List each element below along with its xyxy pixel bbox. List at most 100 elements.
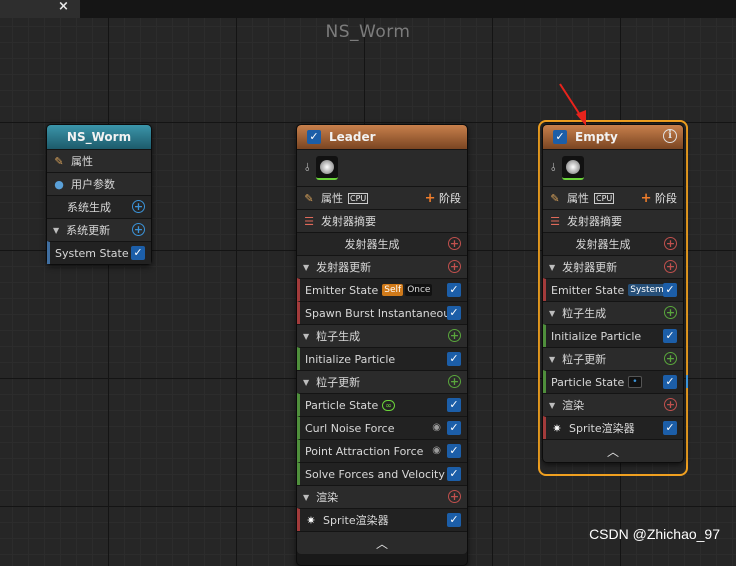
empty-title: Empty (575, 130, 618, 144)
empty-emitter-summary-row[interactable]: ☰ 发射器摘要 (543, 209, 683, 232)
eye-icon[interactable]: ◉ (432, 445, 441, 456)
leader-render-row[interactable]: ▼ 渲染 + (297, 485, 467, 508)
pencil-icon: ✎ (54, 154, 64, 168)
chevron-down-icon[interactable]: ▼ (549, 355, 555, 364)
leader-spawn-burst-module[interactable]: Spawn Burst Instantaneous ✓ (297, 301, 467, 324)
close-icon[interactable]: × (58, 0, 69, 14)
leader-curl-noise-module[interactable]: Curl Noise Force ◉ ✓ (297, 416, 467, 439)
empty-sprite-renderer-module[interactable]: ✷ Sprite渲染器 ✓ (543, 416, 683, 439)
chevron-down-icon[interactable]: ▼ (303, 493, 309, 502)
add-module-icon[interactable]: + (448, 490, 461, 503)
enable-checkbox[interactable]: ✓ (307, 130, 321, 144)
system-state-module[interactable]: System State ✓ (47, 241, 151, 264)
enable-checkbox[interactable]: ✓ (447, 467, 461, 481)
enable-checkbox[interactable]: ✓ (447, 421, 461, 435)
enable-checkbox[interactable]: ✓ (447, 444, 461, 458)
add-stage-button[interactable]: + 阶段 (641, 190, 677, 206)
initialize-particle-label: Initialize Particle (551, 329, 642, 343)
chevron-down-icon[interactable]: ▼ (549, 263, 555, 272)
leader-emitter-node[interactable]: ✓ Leader ⫰ ✎ 属性 CPU + 阶段 ☰ 发射器摘要 发射器生成 +… (296, 124, 468, 566)
enable-checkbox[interactable]: ✓ (447, 513, 461, 527)
leader-emitter-state-module[interactable]: Emitter State Self Once ✓ (297, 278, 467, 301)
enable-checkbox[interactable]: ✓ (447, 398, 461, 412)
add-module-icon[interactable]: + (448, 237, 461, 250)
empty-emitter-update-row[interactable]: ▼ 发射器更新 + (543, 255, 683, 278)
collapse-button[interactable]: ︿ (297, 531, 467, 554)
leader-particle-update-row[interactable]: ▼ 粒子更新 + (297, 370, 467, 393)
leader-emitter-update-row[interactable]: ▼ 发射器更新 + (297, 255, 467, 278)
empty-particle-update-row[interactable]: ▼ 粒子更新 + (543, 347, 683, 370)
empty-particle-state-module[interactable]: Particle State • ✓ (543, 370, 688, 393)
enable-checkbox[interactable]: ✓ (131, 246, 145, 260)
empty-header[interactable]: ✓ Empty i (543, 125, 683, 149)
collapse-button[interactable]: ︿ (543, 439, 683, 462)
system-user-params-row[interactable]: ● 用户参数 (47, 172, 151, 195)
empty-render-row[interactable]: ▼ 渲染 + (543, 393, 683, 416)
editor-tab[interactable]: × (0, 0, 80, 18)
chevron-down-icon[interactable]: ▼ (303, 378, 309, 387)
empty-initialize-particle-module[interactable]: Initialize Particle ✓ (543, 324, 683, 347)
enable-checkbox[interactable]: ✓ (663, 421, 677, 435)
info-icon[interactable]: i (663, 129, 677, 143)
empty-emitter-state-module[interactable]: Emitter State System ✓ (543, 278, 683, 301)
list-icon: ☰ (304, 214, 314, 228)
add-module-icon[interactable]: + (664, 306, 677, 319)
eye-icon[interactable]: ◉ (432, 422, 441, 433)
add-stage-button[interactable]: + 阶段 (425, 190, 461, 206)
enable-checkbox[interactable]: ✓ (663, 329, 677, 343)
system-update-row[interactable]: ▼ 系统更新 + (47, 218, 151, 241)
leader-emitter-spawn-row[interactable]: 发射器生成 + (297, 232, 467, 255)
sprite-thumbnail[interactable] (315, 156, 338, 180)
add-module-icon[interactable]: + (664, 398, 677, 411)
leader-sprite-renderer-module[interactable]: ✷ Sprite渲染器 ✓ (297, 508, 467, 531)
leader-solve-forces-module[interactable]: Solve Forces and Velocity ✓ (297, 462, 467, 485)
chevron-down-icon[interactable]: ▼ (549, 401, 555, 410)
add-module-icon[interactable]: + (448, 329, 461, 342)
leader-initialize-particle-module[interactable]: Initialize Particle ✓ (297, 347, 467, 370)
leader-point-attraction-module[interactable]: Point Attraction Force ◉ ✓ (297, 439, 467, 462)
leader-properties-row[interactable]: ✎ 属性 CPU + 阶段 (297, 186, 467, 209)
add-module-icon[interactable]: + (664, 237, 677, 250)
empty-emitter-spawn-row[interactable]: 发射器生成 + (543, 232, 683, 255)
sprite-thumbnail[interactable] (561, 156, 584, 180)
chevron-down-icon[interactable]: ▼ (303, 332, 309, 341)
add-module-icon[interactable]: + (448, 375, 461, 388)
system-properties-label: 属性 (71, 155, 93, 168)
add-module-icon[interactable]: + (664, 260, 677, 273)
leader-emitter-summary-row[interactable]: ☰ 发射器摘要 (297, 209, 467, 232)
add-module-icon[interactable]: + (132, 223, 145, 236)
tab-strip: × (0, 0, 736, 18)
emitter-spawn-label: 发射器生成 (575, 238, 631, 251)
enable-checkbox[interactable]: ✓ (447, 306, 461, 320)
empty-properties-row[interactable]: ✎ 属性 CPU + 阶段 (543, 186, 683, 209)
system-node[interactable]: NS_Worm ✎ 属性 ● 用户参数 系统生成 + ▼ 系统更新 + Syst… (46, 124, 152, 265)
particle-spawn-label: 粒子生成 (316, 330, 361, 343)
system-spawn-row[interactable]: 系统生成 + (47, 195, 151, 218)
chevron-down-icon[interactable]: ▼ (549, 309, 555, 318)
enable-checkbox[interactable]: ✓ (447, 283, 461, 297)
leader-header[interactable]: ✓ Leader (297, 125, 467, 149)
chevron-down-icon[interactable]: ▼ (53, 226, 59, 235)
empty-particle-spawn-row[interactable]: ▼ 粒子生成 + (543, 301, 683, 324)
enable-checkbox[interactable]: ✓ (663, 375, 677, 389)
system-state-label: System State (55, 246, 129, 260)
enable-checkbox[interactable]: ✓ (553, 130, 567, 144)
system-node-header[interactable]: NS_Worm (47, 125, 151, 149)
empty-emitter-node[interactable]: ✓ Empty i ⫰ ✎ 属性 CPU + 阶段 ☰ 发射器摘要 发射器生成 … (542, 124, 688, 463)
leader-particle-spawn-row[interactable]: ▼ 粒子生成 + (297, 324, 467, 347)
add-module-icon[interactable]: + (132, 200, 145, 213)
particle-spawn-label: 粒子生成 (562, 307, 607, 320)
system-properties-row[interactable]: ✎ 属性 (47, 149, 151, 172)
dot-icon: • (628, 376, 642, 388)
chevron-down-icon[interactable]: ▼ (303, 263, 309, 272)
particle-state-label: Particle State (551, 375, 625, 389)
emitter-update-label: 发射器更新 (562, 261, 618, 274)
leader-particle-state-module[interactable]: Particle State ∞ ✓ (297, 393, 467, 416)
stage-label: 阶段 (439, 192, 461, 205)
enable-checkbox[interactable]: ✓ (663, 283, 677, 297)
add-module-icon[interactable]: + (448, 260, 461, 273)
sprite-icon: ✷ (306, 513, 316, 527)
add-module-icon[interactable]: + (664, 352, 677, 365)
enable-checkbox[interactable]: ✓ (447, 352, 461, 366)
solve-forces-label: Solve Forces and Velocity (305, 467, 445, 481)
